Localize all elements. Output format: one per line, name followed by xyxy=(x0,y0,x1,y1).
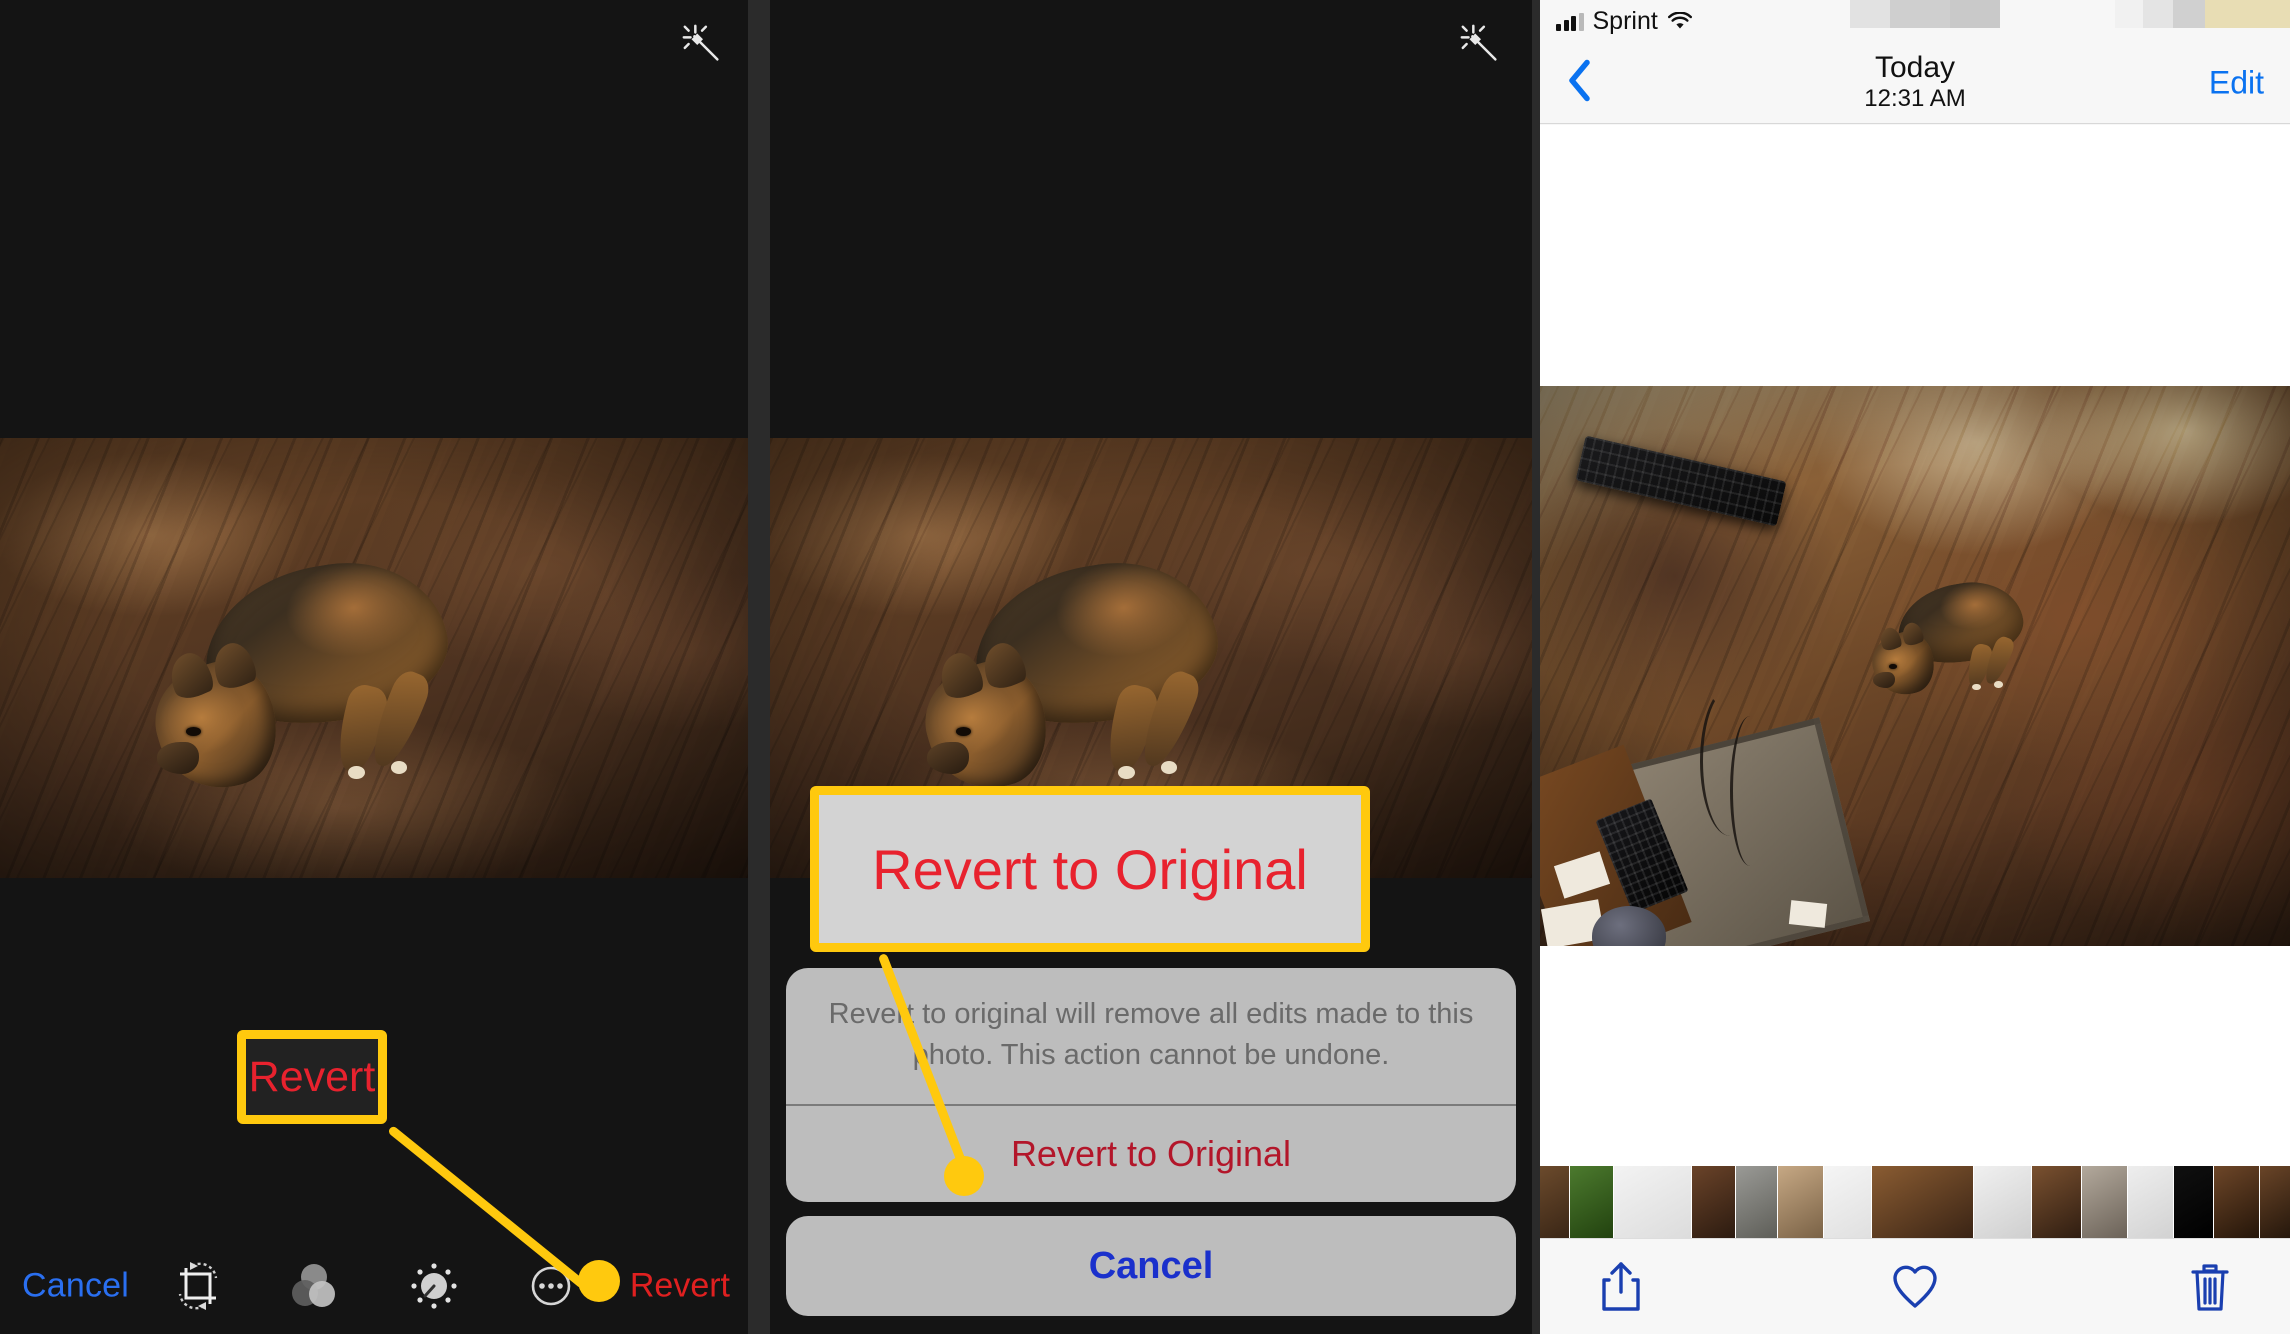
status-bar-redaction xyxy=(1950,0,2000,28)
status-bar-redaction xyxy=(2143,0,2173,28)
filmstrip-thumbnail[interactable] xyxy=(2082,1166,2128,1238)
magic-wand-icon[interactable] xyxy=(680,22,726,68)
screenshot-stage: Cancel Revert Revert Revert to original … xyxy=(0,0,2290,1334)
edited-photo-preview xyxy=(0,438,748,878)
filmstrip-thumbnail[interactable] xyxy=(1692,1166,1736,1238)
cellular-bars-icon xyxy=(1556,12,1584,31)
editor-toolbar: Cancel Revert xyxy=(0,1238,748,1334)
share-icon[interactable] xyxy=(1596,1259,1646,1315)
annotation-target-dot xyxy=(944,1156,984,1196)
cable xyxy=(1730,716,1770,866)
nav-title-block: Today 12:31 AM xyxy=(1864,51,1965,114)
annotation-target-dot xyxy=(578,1260,620,1302)
filmstrip-thumbnail[interactable] xyxy=(1974,1166,2032,1238)
photo-editor-before-panel: Cancel Revert Revert xyxy=(0,0,748,1334)
filmstrip-thumbnail[interactable] xyxy=(1570,1166,1614,1238)
filmstrip-thumbnail[interactable] xyxy=(1824,1166,1872,1238)
filmstrip-thumbnail[interactable] xyxy=(1778,1166,1824,1238)
chevron-left-icon[interactable] xyxy=(1566,58,1592,107)
status-bar-redaction xyxy=(1850,0,1890,28)
filmstrip-thumbnail[interactable] xyxy=(1736,1166,1778,1238)
annotation-callout-revert-to-original: Revert to Original xyxy=(810,786,1370,952)
filmstrip-thumbnail[interactable] xyxy=(2032,1166,2082,1238)
editor-top-bar xyxy=(770,0,1532,438)
status-bar-redaction xyxy=(1890,0,1950,28)
status-bar-left: Sprint xyxy=(1556,7,1693,36)
carrier-label: Sprint xyxy=(1592,7,1658,35)
wifi-icon xyxy=(1667,12,1693,31)
filmstrip-thumbnail[interactable] xyxy=(1540,1166,1570,1238)
photos-viewer-panel: Sprint Today 12:31 AM Edit xyxy=(1540,0,2290,1334)
dog-subject xyxy=(1865,574,2040,706)
trash-icon[interactable] xyxy=(2185,1259,2235,1315)
filmstrip-thumbnail[interactable] xyxy=(2260,1166,2290,1238)
cancel-button[interactable]: Cancel xyxy=(22,1267,129,1306)
viewer-toolbar xyxy=(1540,1238,2290,1334)
filmstrip-thumbnail[interactable] xyxy=(2128,1166,2174,1238)
page-title: Today xyxy=(1874,51,1956,84)
filters-icon[interactable] xyxy=(288,1260,340,1312)
filmstrip-thumbnail[interactable] xyxy=(2174,1166,2214,1238)
filmstrip-thumbnail[interactable] xyxy=(2214,1166,2260,1238)
keyboard-object xyxy=(1575,435,1787,527)
filmstrip-thumbnail[interactable] xyxy=(1614,1166,1692,1238)
adjust-dial-icon[interactable] xyxy=(408,1260,460,1312)
annotation-callout-revert: Revert xyxy=(237,1030,387,1124)
dog-subject xyxy=(141,547,480,810)
status-bar-redaction xyxy=(2115,0,2143,28)
editor-top-bar xyxy=(0,0,748,438)
navigation-bar: Today 12:31 AM Edit xyxy=(1540,42,2290,124)
dog-subject xyxy=(911,547,1250,810)
revert-to-original-button[interactable]: Revert to Original xyxy=(786,1106,1516,1202)
action-sheet-cancel-button[interactable]: Cancel xyxy=(786,1216,1516,1316)
status-bar-redaction xyxy=(2173,0,2205,28)
viewed-photo xyxy=(1540,386,2290,946)
filmstrip-thumbnail[interactable] xyxy=(1872,1166,1974,1238)
page-subtitle: 12:31 AM xyxy=(1864,84,1966,112)
status-bar: Sprint xyxy=(1540,0,2290,42)
crop-rotate-icon[interactable] xyxy=(172,1260,224,1312)
revert-button[interactable]: Revert xyxy=(630,1267,730,1306)
heart-icon[interactable] xyxy=(1890,1259,1940,1315)
panel-divider-1 xyxy=(748,0,770,1334)
magic-wand-icon[interactable] xyxy=(1458,22,1504,68)
photo-editor-sheet-panel: Revert to original will remove all edits… xyxy=(770,0,1532,1334)
paper-clutter xyxy=(1788,900,1828,928)
panel-divider-2 xyxy=(1532,0,1540,1334)
photo-filmstrip[interactable] xyxy=(1540,1166,2290,1238)
edit-button[interactable]: Edit xyxy=(2209,64,2264,101)
status-bar-redaction xyxy=(2205,0,2290,28)
